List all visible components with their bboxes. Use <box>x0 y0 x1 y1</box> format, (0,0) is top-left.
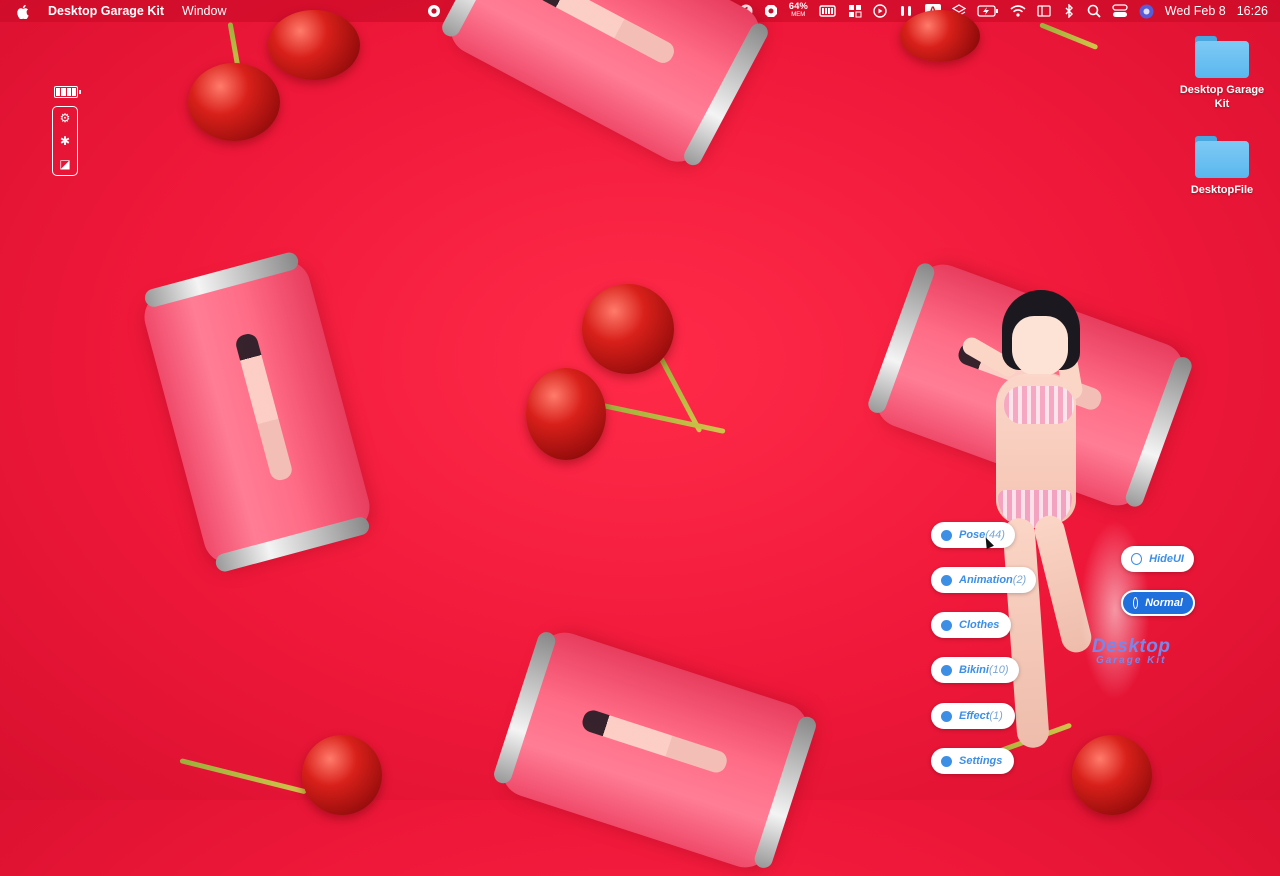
can-figure <box>233 331 294 483</box>
normal-mode-icon <box>1133 597 1139 609</box>
effect-button[interactable]: Effect (1) <box>931 703 1015 729</box>
hide-ui-label: HideUI <box>1149 553 1184 565</box>
bikini-dot-icon <box>941 664 952 676</box>
play-icon[interactable] <box>873 3 887 19</box>
menu-date[interactable]: Wed Feb 8 <box>1165 4 1226 18</box>
animation-button[interactable]: Animation (2) <box>931 567 1036 593</box>
animation-count: (2) <box>1012 574 1027 586</box>
settings-icon[interactable]: ⚙ <box>60 112 71 124</box>
menu-time[interactable]: 16:26 <box>1237 4 1268 18</box>
cleaner-icon[interactable] <box>764 3 778 19</box>
animation-dot-icon <box>941 574 952 586</box>
pose-button[interactable]: Pose (44) <box>931 522 1015 548</box>
soda-can-bottom <box>495 625 815 875</box>
battery-charging-icon[interactable] <box>977 3 999 19</box>
logo-line-1: Desktop <box>1092 636 1171 657</box>
cherry-stem <box>1039 22 1099 51</box>
menu-window[interactable]: Window <box>182 4 226 18</box>
desktop-icon-app-folder[interactable]: Desktop Garage Kit <box>1167 36 1277 111</box>
cherry <box>188 63 280 141</box>
bluetooth-icon[interactable] <box>1062 3 1076 19</box>
wifi-icon[interactable] <box>1010 3 1026 19</box>
battery-stats-icon[interactable] <box>819 3 837 19</box>
pose-dot-icon <box>941 529 952 541</box>
control-center-icon[interactable] <box>1112 3 1128 19</box>
siri-icon[interactable] <box>1139 3 1154 19</box>
hide-ui-icon <box>1131 553 1143 565</box>
clothes-dot-icon <box>941 619 952 631</box>
grid-icon[interactable] <box>848 3 862 19</box>
folder-icon <box>1195 36 1249 78</box>
bikini-button[interactable]: Bikini (10) <box>931 657 1019 683</box>
cherry <box>526 368 606 460</box>
aperture-icon[interactable]: ✱ <box>60 135 70 147</box>
desktop-icon-label: Desktop Garage Kit <box>1179 84 1265 110</box>
settings-dot-icon <box>941 755 952 767</box>
search-icon[interactable] <box>1087 3 1101 19</box>
desktop-garage-kit-logo: Desktop Garage Kit <box>1092 636 1171 668</box>
cherry <box>582 284 674 374</box>
sidebar-icon[interactable] <box>1037 3 1051 19</box>
memory-percent: 64% <box>788 1 808 12</box>
effect-dot-icon <box>941 710 952 722</box>
apple-logo-icon[interactable] <box>16 3 30 19</box>
can-figure <box>534 0 677 67</box>
character-face <box>1012 316 1068 376</box>
logo-line-2: Garage Kit <box>1095 655 1167 666</box>
bikini-count: (10) <box>988 664 1009 676</box>
memory-monitor[interactable]: 64% MEM <box>788 1 808 19</box>
cherry-stem <box>597 402 726 434</box>
effect-label: Effect <box>959 710 990 722</box>
effect-count: (1) <box>989 710 1003 722</box>
widget-toolbar: ⚙ ✱ ◪ <box>52 106 78 176</box>
memory-label: MEM <box>791 12 806 18</box>
cherry <box>268 10 360 80</box>
desktop-icon-label: DesktopFile <box>1190 184 1254 196</box>
settings-button[interactable]: Settings <box>931 748 1014 774</box>
hide-ui-button[interactable]: HideUI <box>1121 546 1194 572</box>
cherry <box>900 10 980 62</box>
folder-icon <box>1195 136 1249 178</box>
clothes-button[interactable]: Clothes <box>931 612 1011 638</box>
clothes-label: Clothes <box>959 619 1000 631</box>
can-figure <box>579 708 729 776</box>
normal-mode-label: Normal <box>1145 597 1183 609</box>
settings-label: Settings <box>959 755 1003 767</box>
cherry <box>302 735 382 815</box>
normal-mode-button[interactable]: Normal <box>1121 590 1195 616</box>
soda-can-left <box>138 254 376 570</box>
soda-can-top <box>441 0 769 171</box>
bikini-top <box>1004 386 1074 424</box>
app-menu-title[interactable]: Desktop Garage Kit <box>48 4 164 18</box>
record-icon[interactable] <box>427 3 441 19</box>
animation-label: Animation <box>959 574 1013 586</box>
cherry-stem <box>179 758 307 795</box>
desktop-icon-desktopfile[interactable]: DesktopFile <box>1167 136 1277 197</box>
battery-icon <box>54 86 81 98</box>
bikini-label: Bikini <box>959 664 989 676</box>
contrast-icon[interactable]: ◪ <box>59 158 70 170</box>
